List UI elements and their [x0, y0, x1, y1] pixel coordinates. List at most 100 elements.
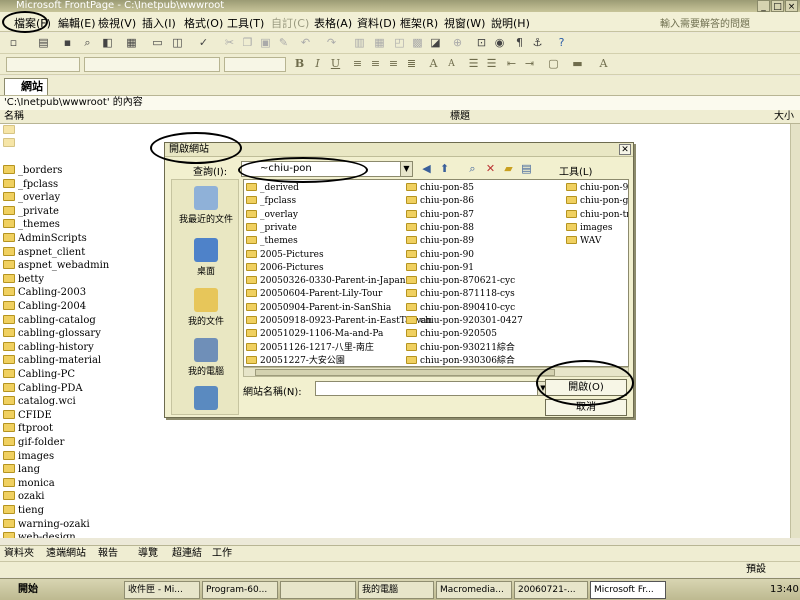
- list-item[interactable]: cabling-history: [3, 341, 94, 354]
- open-icon[interactable]: ▤: [36, 36, 51, 50]
- insert-picture-icon[interactable]: ▩: [410, 36, 425, 50]
- help-question-box[interactable]: 輸入需要解答的問題: [660, 15, 750, 30]
- new-page-icon[interactable]: ▫: [6, 36, 21, 50]
- open-button[interactable]: 開啟(O): [545, 379, 627, 396]
- dialog-file-item[interactable]: chiu-pon-870621-cyc: [406, 275, 515, 288]
- italic-icon[interactable]: I: [310, 57, 325, 71]
- list-item[interactable]: Cabling-PC: [3, 368, 75, 381]
- style-select[interactable]: [6, 57, 80, 72]
- search-icon[interactable]: ⌕: [80, 36, 95, 50]
- numbering-icon[interactable]: ☰: [466, 57, 481, 71]
- views-icon[interactable]: ▤: [519, 162, 534, 176]
- font-color-icon[interactable]: A: [596, 57, 611, 71]
- menu-tools[interactable]: 工具(T): [227, 15, 264, 31]
- list-item[interactable]: [3, 137, 18, 150]
- dialog-file-item[interactable]: 20051126-1217-八里-南庄: [246, 342, 374, 355]
- dialog-file-item[interactable]: chiu-pon-86: [406, 195, 474, 208]
- view-reports[interactable]: 報告: [98, 546, 118, 561]
- menu-window[interactable]: 視窗(W): [444, 15, 485, 31]
- list-item[interactable]: aspnet_client: [3, 246, 85, 259]
- dialog-file-item[interactable]: 2006-Pictures: [246, 262, 324, 275]
- dialog-file-item[interactable]: _overlay: [246, 209, 298, 222]
- cancel-button[interactable]: 取消: [545, 399, 627, 416]
- minimize-button[interactable]: _: [757, 0, 770, 12]
- spelling-icon[interactable]: ✓: [196, 36, 211, 50]
- drawing-icon[interactable]: ◪: [428, 36, 443, 50]
- menu-data[interactable]: 資料(D): [357, 15, 396, 31]
- dialog-file-item[interactable]: chiu-pon-89: [406, 235, 474, 248]
- font-size-select[interactable]: [224, 57, 286, 72]
- task-frontpage[interactable]: Microsoft Fr...: [590, 581, 666, 599]
- look-in-select[interactable]: ~chiu-pon ▼: [241, 161, 413, 177]
- menu-insert[interactable]: 插入(I): [142, 15, 176, 31]
- dialog-file-item[interactable]: chiu-pon-920301-0427: [406, 315, 523, 328]
- list-item[interactable]: _overlay: [3, 191, 60, 204]
- dialog-file-item[interactable]: chiu-pon-gr: [566, 195, 628, 208]
- list-item[interactable]: catalog.wci: [3, 395, 76, 408]
- up-folder-icon[interactable]: ⬆: [437, 162, 452, 176]
- bullets-icon[interactable]: ☰: [484, 57, 499, 71]
- task-program[interactable]: Program-60...: [202, 581, 278, 599]
- tab-site[interactable]: 網站: [4, 78, 48, 95]
- menu-help[interactable]: 說明(H): [491, 15, 530, 31]
- list-item[interactable]: aspnet_webadmin: [3, 259, 109, 272]
- column-size-header[interactable]: 大小: [774, 110, 794, 123]
- list-item[interactable]: Cabling-PDA: [3, 382, 83, 395]
- dialog-file-item[interactable]: 20051029-1106-Ma-and-Pa: [246, 328, 383, 341]
- format-painter-icon[interactable]: ✎: [276, 36, 291, 50]
- new-folder-icon[interactable]: ▰: [501, 162, 516, 176]
- dialog-file-item[interactable]: images: [566, 222, 612, 235]
- underline-icon[interactable]: U: [328, 57, 343, 71]
- list-item[interactable]: images: [3, 450, 54, 463]
- list-item[interactable]: gif-folder: [3, 436, 64, 449]
- align-left-icon[interactable]: ≡: [350, 57, 365, 71]
- dialog-file-item[interactable]: chiu-pon-920505: [406, 328, 497, 341]
- decrease-indent-icon[interactable]: ⇤: [504, 57, 519, 71]
- list-item[interactable]: AdminScripts: [3, 232, 87, 245]
- show-all-icon[interactable]: ¶: [512, 36, 527, 50]
- menu-view[interactable]: 檢視(V): [98, 15, 136, 31]
- task-inbox[interactable]: 收件匣 - Mi...: [124, 581, 200, 599]
- increase-font-icon[interactable]: A: [426, 57, 441, 71]
- task-folder[interactable]: 20060721-...: [514, 581, 588, 599]
- dialog-file-item[interactable]: chiu-pon-930306綜合: [406, 355, 515, 366]
- dialog-file-item[interactable]: chiu-pon-87: [406, 209, 474, 222]
- task-blank[interactable]: [280, 581, 356, 599]
- menu-custom[interactable]: 自訂(C): [271, 15, 309, 31]
- anchor-icon[interactable]: ⚓: [530, 36, 545, 50]
- align-center-icon[interactable]: ≡: [368, 57, 383, 71]
- site-name-input[interactable]: ▼: [315, 381, 549, 396]
- list-item[interactable]: lang: [3, 463, 40, 476]
- scrollbar-thumb[interactable]: [255, 369, 555, 376]
- list-item[interactable]: cabling-glossary: [3, 327, 101, 340]
- list-item[interactable]: web-design: [3, 531, 76, 538]
- list-item[interactable]: warning-ozaki: [3, 518, 90, 531]
- list-item[interactable]: CFIDE: [3, 409, 52, 422]
- menu-frames[interactable]: 框架(R): [400, 15, 438, 31]
- menu-table[interactable]: 表格(A): [314, 15, 352, 31]
- task-macromedia[interactable]: Macromedia...: [436, 581, 512, 599]
- list-item[interactable]: monica: [3, 477, 55, 490]
- tools-menu[interactable]: 工具(L): [559, 163, 592, 178]
- paste-icon[interactable]: ▣: [258, 36, 273, 50]
- menu-format[interactable]: 格式(O): [184, 15, 223, 31]
- copy-icon[interactable]: ❐: [240, 36, 255, 50]
- view-remote-site[interactable]: 遠端網站: [46, 546, 86, 561]
- dialog-file-item[interactable]: chiu-pon-tre: [566, 209, 628, 222]
- align-right-icon[interactable]: ≡: [386, 57, 401, 71]
- list-item[interactable]: [3, 124, 18, 137]
- list-item[interactable]: cabling-material: [3, 354, 101, 367]
- list-item[interactable]: _borders: [3, 164, 62, 177]
- view-hyperlinks[interactable]: 超連結: [172, 546, 202, 561]
- dialog-file-item[interactable]: 20050904-Parent-in-SanShia: [246, 302, 391, 315]
- file-view-scrollbar[interactable]: [243, 367, 629, 377]
- preview-icon[interactable]: ◫: [170, 36, 185, 50]
- view-tasks[interactable]: 工作: [212, 546, 232, 561]
- list-item[interactable]: _themes: [3, 218, 60, 231]
- web-component-icon[interactable]: ▥: [352, 36, 367, 50]
- search-web-icon[interactable]: ⌕: [465, 162, 480, 176]
- close-button[interactable]: ×: [785, 0, 798, 12]
- place-recent[interactable]: 我最近的文件: [172, 186, 240, 225]
- list-item[interactable]: ozaki: [3, 490, 45, 503]
- borders-icon[interactable]: ▢: [546, 57, 561, 71]
